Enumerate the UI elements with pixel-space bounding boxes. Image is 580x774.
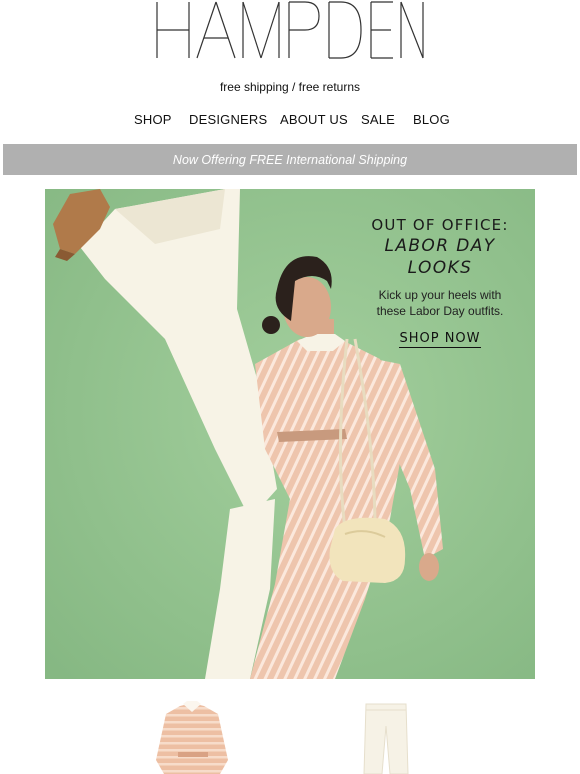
hero-subtitle-line-1: Kick up your heels with [378, 288, 502, 302]
hero-kicker: OUT OF OFFICE: [371, 216, 509, 234]
hero-banner[interactable]: OUT OF OFFICE: LABOR DAY LOOKS Kick up y… [45, 189, 535, 679]
striped-blouse-icon [156, 701, 228, 774]
promo-text: Now Offering FREE International Shipping [172, 152, 408, 167]
nav-about-us[interactable]: ABOUT US [280, 112, 348, 127]
product-trousers[interactable] [360, 700, 412, 774]
hero-title-line-1: LABOR DAY [384, 236, 496, 256]
hampden-logo-mark [156, 1, 424, 59]
nav-sale[interactable]: SALE [361, 112, 395, 127]
main-nav: SHOP DESIGNERS ABOUT US SALE BLOG [0, 112, 580, 130]
tagline: free shipping / free returns [219, 80, 361, 94]
nav-shop[interactable]: SHOP [134, 112, 172, 127]
product-blouse[interactable] [150, 700, 234, 774]
promo-banner[interactable]: Now Offering FREE International Shipping [3, 144, 577, 175]
hero-title-line-2: LOOKS [407, 258, 473, 278]
hero-subtitle-line-2: these Labor Day outfits. [376, 304, 504, 318]
shop-now-link[interactable]: SHOP NOW [399, 331, 481, 348]
brand-logo[interactable] [0, 0, 580, 66]
white-trousers-icon [363, 703, 409, 774]
nav-designers[interactable]: DESIGNERS [189, 112, 267, 127]
hero-copy: OUT OF OFFICE: LABOR DAY LOOKS Kick up y… [355, 215, 525, 348]
nav-blog[interactable]: BLOG [413, 112, 450, 127]
